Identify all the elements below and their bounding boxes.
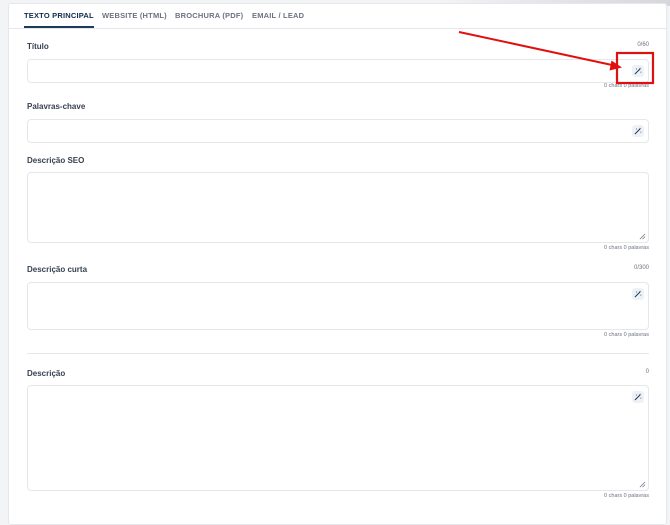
descricao-curta-stats: 0 chars 0 palavras <box>604 332 649 338</box>
content-panel: TEXTO PRINCIPAL WEBSITE (HTML) BROCHURA … <box>8 3 667 525</box>
tab-brochura-pdf[interactable]: BROCHURA (PDF) <box>175 9 243 28</box>
titulo-label: Título <box>27 42 49 51</box>
descricao-label: Descrição <box>27 369 66 378</box>
titulo-stats: 0 chars 0 palavras <box>604 83 649 89</box>
tab-texto-principal[interactable]: TEXTO PRINCIPAL <box>24 9 94 28</box>
descricao-stats: 0 chars 0 palavras <box>604 493 649 499</box>
descricao-ai-button[interactable] <box>632 391 644 403</box>
tab-email-lead[interactable]: EMAIL / LEAD <box>252 9 304 28</box>
descricao-textarea[interactable] <box>27 385 649 491</box>
descricao-curta-textarea[interactable] <box>27 282 649 330</box>
magic-wand-icon <box>634 127 642 135</box>
descricao-seo-textarea[interactable] <box>27 172 649 243</box>
descricao-curta-ai-button[interactable] <box>632 288 644 300</box>
tab-website-html[interactable]: WEBSITE (HTML) <box>102 9 167 28</box>
tab-bar: TEXTO PRINCIPAL WEBSITE (HTML) BROCHURA … <box>9 4 666 29</box>
palavras-chave-label: Palavras-chave <box>27 102 86 111</box>
descricao-seo-label: Descrição SEO <box>27 156 85 165</box>
section-divider <box>27 353 649 354</box>
magic-wand-icon <box>634 290 642 298</box>
descricao-curta-counter: 0/300 <box>633 265 649 271</box>
magic-wand-icon <box>634 67 642 75</box>
resize-handle-icon[interactable] <box>639 481 646 488</box>
magic-wand-icon <box>634 393 642 401</box>
titulo-ai-button[interactable] <box>632 65 644 77</box>
titulo-input[interactable] <box>27 59 649 83</box>
palavras-chave-input[interactable] <box>27 119 649 143</box>
resize-handle-icon[interactable] <box>639 233 646 240</box>
descricao-seo-stats: 0 chars 0 palavras <box>604 245 649 251</box>
titulo-counter: 0/60 <box>637 42 649 48</box>
descricao-counter: 0 <box>645 369 649 375</box>
descricao-curta-label: Descrição curta <box>27 265 88 274</box>
palavras-chave-ai-button[interactable] <box>632 125 644 137</box>
